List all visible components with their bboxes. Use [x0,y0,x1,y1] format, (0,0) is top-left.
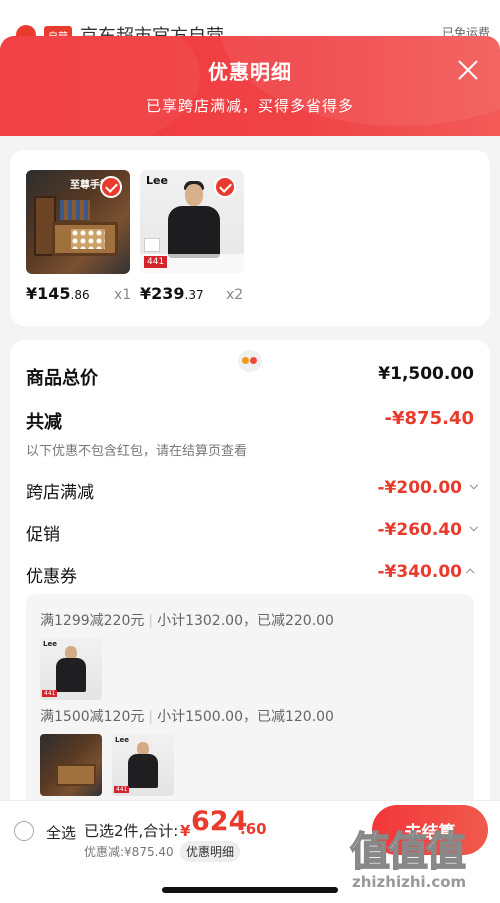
discount-detail-button[interactable]: 优惠明细 [180,841,241,862]
product-image-badge: 441 [42,690,58,697]
chevron-down-icon [469,522,479,532]
cross-store-value: -¥200.00 [377,478,463,498]
sheet-header: 优惠明细 已享跨店满减，买得多省得多 [0,36,500,136]
total-label: 商品总价 [26,368,98,389]
divider: | [148,709,154,725]
total-amount: 624 [191,806,248,837]
product-image-part [56,658,86,692]
select-all-radio[interactable] [14,821,34,841]
loading-dots-icon [238,350,262,372]
price-decimal: .37 [184,288,204,302]
discount-amount: 优惠减:¥875.40 [84,845,174,859]
product-image-chess-box[interactable]: 至尊手提箱 [26,170,130,274]
coupon-product-thumb[interactable]: Lee 441 [40,638,102,700]
brand-logo: Lee [115,736,129,744]
total-decimal: .60 [240,820,267,838]
coupon-rule: 满1500减120元 [40,709,145,725]
product-image-part [52,222,118,256]
product-image-badge: 441 [144,256,168,268]
total-currency: ¥ [180,822,191,840]
product-image-part [144,238,160,252]
reduce-value: -¥875.40 [384,408,474,429]
checkout-bar: 全选 已选2件,合计: ¥ 624 .60 优惠减:¥875.40 优惠明细 去… [0,800,500,903]
coupon-value: -¥340.00 [377,562,463,582]
coupon-subtotal: 小计1500.00，已减120.00 [157,709,334,725]
sheet-title: 优惠明细 [208,60,292,84]
product-image-part [168,206,220,258]
coupon-line: 满1500减120元 | 小计1500.00，已减120.00 [40,706,334,726]
coupon-product-thumb[interactable]: Lee 441 [112,734,174,796]
watermark-logo: 值值值 [349,828,467,876]
coupon-product-thumb[interactable] [40,734,102,796]
product-quantity: x2 [226,287,244,303]
home-indicator[interactable] [162,887,338,893]
coupon-label: 优惠券 [26,567,77,587]
product-price: ¥239.37 [140,284,204,303]
cross-store-label: 跨店满减 [26,483,94,503]
coupon-line: 满1299减220元 | 小计1302.00，已减220.00 [40,610,334,630]
select-all-label[interactable]: 全选 [46,822,76,843]
product-price: ¥145.86 [26,284,90,303]
price-integer: ¥145 [26,284,71,303]
chevron-up-icon [466,568,475,577]
reduce-label: 共减 [26,412,62,433]
product-image-jacket[interactable]: Lee 441 [140,170,244,274]
product-quantity: x1 [114,287,132,303]
brand-logo: Lee [43,640,57,648]
price-integer: ¥239 [140,284,185,303]
check-icon[interactable] [100,176,122,198]
coupon-row[interactable]: -¥340.00 [378,562,475,582]
discount-detail-sheet: 优惠明细 已享跨店满减，买得多省得多 至尊手提箱 Lee 441 ¥145.86… [0,36,500,903]
coupon-subtotal: 小计1302.00，已减220.00 [157,613,334,629]
promotion-value: -¥260.40 [377,520,463,540]
product-image-part [60,200,90,220]
sheet-subtitle: 已享跨店满减，买得多省得多 [145,97,354,115]
close-icon[interactable] [456,58,480,82]
product-image-part [128,754,158,788]
reduce-note: 以下优惠不包含红包，请在结算页查看 [26,444,248,459]
chevron-down-icon [469,480,479,490]
product-image-badge: 441 [114,786,130,793]
selected-count: 已选2件,合计: [84,822,179,840]
price-decimal: .86 [70,288,90,302]
product-image-part [56,764,96,786]
promotion-row[interactable]: -¥260.40 [377,520,479,540]
product-card: 至尊手提箱 Lee 441 ¥145.86 x1 ¥239.37 x2 [10,150,490,326]
check-icon[interactable] [214,176,236,198]
cross-store-row[interactable]: -¥200.00 [377,478,479,498]
divider: | [148,613,154,629]
promotion-label: 促销 [26,525,60,545]
watermark-url: zhizhizhi.com [352,873,467,891]
product-image-part [185,184,203,206]
coupon-rule: 满1299减220元 [40,613,145,629]
total-value: ¥1,500.00 [378,364,474,384]
brand-logo: Lee [146,174,168,187]
